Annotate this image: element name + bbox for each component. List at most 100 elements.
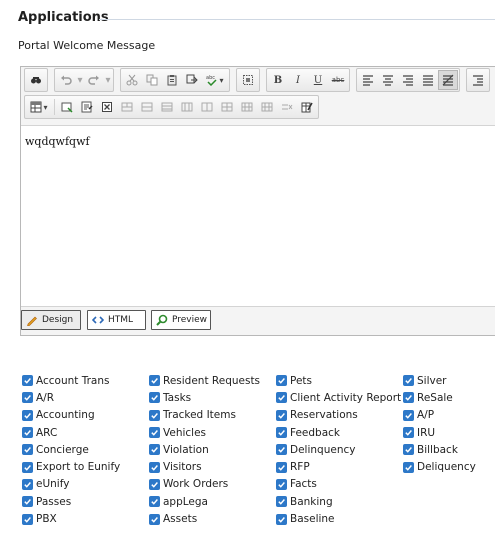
- table-properties-icon[interactable]: [297, 97, 317, 117]
- checkbox-checked-icon[interactable]: [403, 392, 414, 404]
- module-checkbox-item[interactable]: eUnify: [22, 476, 120, 493]
- redo-icon[interactable]: [84, 70, 104, 90]
- checkbox-checked-icon[interactable]: [276, 409, 287, 421]
- split-cells-icon[interactable]: [137, 97, 157, 117]
- align-center-icon[interactable]: [378, 70, 398, 90]
- checkbox-checked-icon[interactable]: [22, 513, 33, 525]
- module-checkbox-item[interactable]: Passes: [22, 493, 120, 510]
- module-checkbox-item[interactable]: appLega: [149, 493, 260, 510]
- module-checkbox-item[interactable]: Delinquency: [276, 441, 401, 458]
- checkbox-checked-icon[interactable]: [149, 392, 160, 404]
- checkbox-checked-icon[interactable]: [276, 427, 287, 439]
- module-checkbox-item[interactable]: Concierge: [22, 441, 120, 458]
- checkbox-checked-icon[interactable]: [276, 375, 287, 387]
- module-checkbox-item[interactable]: Client Activity Report: [276, 389, 401, 406]
- align-left-icon[interactable]: [358, 70, 378, 90]
- checkbox-checked-icon[interactable]: [149, 409, 160, 421]
- checkbox-checked-icon[interactable]: [149, 496, 160, 508]
- module-checkbox-item[interactable]: Tasks: [149, 389, 260, 406]
- checkbox-checked-icon[interactable]: [22, 392, 33, 404]
- module-checkbox-item[interactable]: Work Orders: [149, 476, 260, 493]
- editor-content-area[interactable]: wqdqwfqwf: [21, 126, 495, 308]
- merge-cells-icon[interactable]: [117, 97, 137, 117]
- checkbox-checked-icon[interactable]: [403, 461, 414, 473]
- insert-row-above-icon[interactable]: [157, 97, 177, 117]
- checkbox-checked-icon[interactable]: [22, 444, 33, 456]
- rich-text-editor[interactable]: ▾ ▾ abc ▾ B I U abc ▾ wqdqwfqwf Design H…: [20, 66, 495, 336]
- checkbox-checked-icon[interactable]: [276, 478, 287, 490]
- module-checkbox-item[interactable]: ReSale: [403, 389, 476, 406]
- module-checkbox-item[interactable]: Export to Eunify: [22, 458, 120, 475]
- insert-row-below-icon[interactable]: [177, 97, 197, 117]
- module-checkbox-item[interactable]: PBX: [22, 510, 120, 527]
- paste-icon[interactable]: [162, 70, 182, 90]
- checkbox-checked-icon[interactable]: [403, 444, 414, 456]
- italic-icon[interactable]: I: [288, 70, 308, 90]
- module-checkbox-item[interactable]: Feedback: [276, 424, 401, 441]
- checkbox-checked-icon[interactable]: [149, 444, 160, 456]
- design-mode-button[interactable]: Design: [21, 310, 81, 330]
- checkbox-checked-icon[interactable]: [149, 513, 160, 525]
- checkbox-checked-icon[interactable]: [403, 375, 414, 387]
- strikethrough-icon[interactable]: abc: [328, 70, 348, 90]
- checkbox-checked-icon[interactable]: [403, 409, 414, 421]
- module-checkbox-item[interactable]: Tracked Items: [149, 407, 260, 424]
- checkbox-checked-icon[interactable]: [22, 461, 33, 473]
- module-checkbox-item[interactable]: ARC: [22, 424, 120, 441]
- insert-col-icon[interactable]: [77, 97, 97, 117]
- checkbox-checked-icon[interactable]: [149, 461, 160, 473]
- checkbox-checked-icon[interactable]: [22, 427, 33, 439]
- module-checkbox-item[interactable]: Facts: [276, 476, 401, 493]
- find-icon[interactable]: [26, 70, 46, 90]
- module-checkbox-item[interactable]: Resident Requests: [149, 372, 260, 389]
- checkbox-checked-icon[interactable]: [22, 375, 33, 387]
- checkbox-checked-icon[interactable]: [403, 427, 414, 439]
- justify-icon[interactable]: [418, 70, 438, 90]
- module-checkbox-item[interactable]: A/R: [22, 389, 120, 406]
- delete-row-icon[interactable]: [237, 97, 257, 117]
- bold-icon[interactable]: B: [268, 70, 288, 90]
- insert-column-right-icon[interactable]: [217, 97, 237, 117]
- module-checkbox-item[interactable]: Account Trans: [22, 372, 120, 389]
- module-checkbox-item[interactable]: Accounting: [22, 407, 120, 424]
- indent-icon[interactable]: [468, 70, 488, 90]
- module-checkbox-item[interactable]: Pets: [276, 372, 401, 389]
- editor-content-text[interactable]: wqdqwfqwf: [25, 135, 90, 148]
- undo-dropdown-icon[interactable]: ▾: [76, 70, 84, 90]
- module-checkbox-item[interactable]: Billback: [403, 441, 476, 458]
- checkbox-checked-icon[interactable]: [276, 496, 287, 508]
- module-checkbox-item[interactable]: Assets: [149, 510, 260, 527]
- align-right-icon[interactable]: [398, 70, 418, 90]
- insert-row-icon[interactable]: [57, 97, 77, 117]
- checkbox-checked-icon[interactable]: [22, 478, 33, 490]
- checkbox-checked-icon[interactable]: [149, 427, 160, 439]
- delete-table-icon[interactable]: [277, 97, 297, 117]
- copy-icon[interactable]: [142, 70, 162, 90]
- module-checkbox-item[interactable]: RFP: [276, 458, 401, 475]
- undo-icon[interactable]: [56, 70, 76, 90]
- module-checkbox-item[interactable]: Vehicles: [149, 424, 260, 441]
- html-mode-button[interactable]: HTML: [87, 310, 146, 330]
- select-all-icon[interactable]: [238, 70, 258, 90]
- spellcheck-icon[interactable]: abc ▾: [202, 70, 228, 90]
- checkbox-checked-icon[interactable]: [149, 375, 160, 387]
- checkbox-checked-icon[interactable]: [276, 392, 287, 404]
- checkbox-checked-icon[interactable]: [276, 513, 287, 525]
- module-checkbox-item[interactable]: Violation: [149, 441, 260, 458]
- insert-column-left-icon[interactable]: [197, 97, 217, 117]
- underline-icon[interactable]: U: [308, 70, 328, 90]
- module-checkbox-item[interactable]: Baseline: [276, 510, 401, 527]
- checkbox-checked-icon[interactable]: [276, 444, 287, 456]
- preview-mode-button[interactable]: Preview: [151, 310, 211, 330]
- module-checkbox-item[interactable]: Visitors: [149, 458, 260, 475]
- cut-icon[interactable]: [122, 70, 142, 90]
- module-checkbox-item[interactable]: Silver: [403, 372, 476, 389]
- module-checkbox-item[interactable]: A/P: [403, 407, 476, 424]
- delete-column-icon[interactable]: [257, 97, 277, 117]
- module-checkbox-item[interactable]: Deliquency: [403, 458, 476, 475]
- module-checkbox-item[interactable]: Reservations: [276, 407, 401, 424]
- module-checkbox-item[interactable]: Banking: [276, 493, 401, 510]
- checkbox-checked-icon[interactable]: [149, 478, 160, 490]
- checkbox-checked-icon[interactable]: [22, 496, 33, 508]
- checkbox-checked-icon[interactable]: [276, 461, 287, 473]
